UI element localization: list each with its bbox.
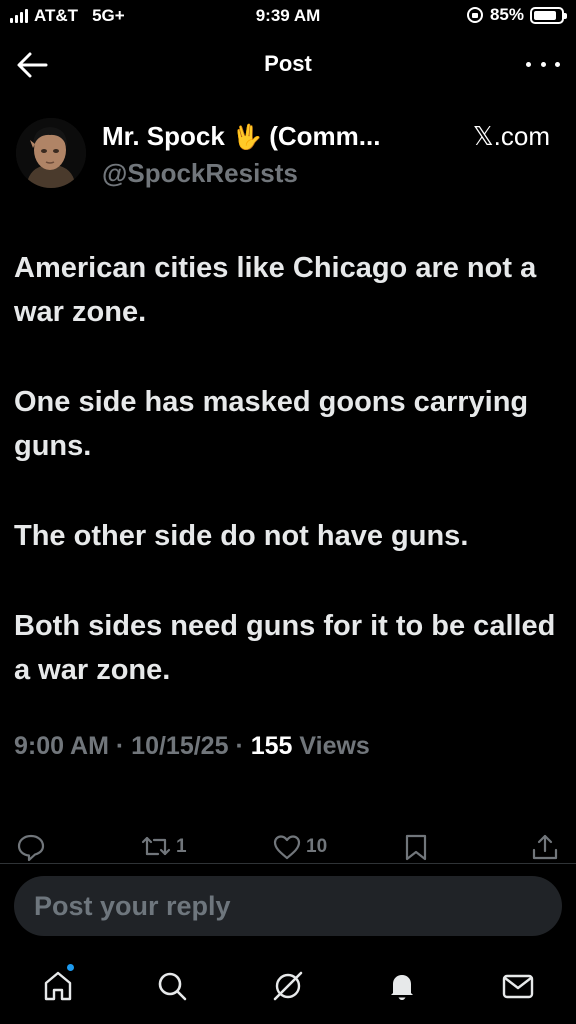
bell-icon [391,975,413,1000]
mail-icon [502,974,534,999]
tweet-date: 10/15/25 [131,732,229,760]
share-button[interactable] [530,832,560,862]
user-handle[interactable]: @SpockResists [102,158,298,189]
repost-icon [141,836,171,856]
meta-separator: · [235,732,251,760]
like-count: 10 [306,836,328,857]
tweet-meta: 9:00 AM · 10/15/25 · 155 Views [14,732,370,761]
bottom-nav [0,960,576,1014]
share-icon [532,834,558,860]
tweet-paragraph: The other side do not have guns. [14,520,469,552]
tweet-paragraph: One side has masked goons carrying guns. [14,386,529,462]
more-dot [540,61,546,67]
tweet-time: 9:00 AM [14,732,109,760]
display-name-text: Mr. Spock [102,121,225,151]
action-bar: 1 10 [0,832,576,866]
repost-count: 1 [176,836,187,857]
repost-button[interactable]: 1 [140,832,187,862]
tweet-paragraph: Both sides need guns for it to be called… [14,610,556,686]
nav-notifications[interactable] [384,968,420,1004]
bookmark-button[interactable] [403,832,429,862]
more-dot [555,61,560,67]
home-icon [44,971,72,1001]
source-link[interactable]: 𝕏.com [473,121,550,152]
battery-fill [534,10,557,20]
comment-icon [17,834,45,862]
reply-input[interactable]: Post your reply [14,876,562,936]
heart-icon [273,835,301,860]
tweet-text: American cities like Chicago are not a w… [14,246,562,738]
more-dot [526,61,531,67]
battery-icon [530,6,567,24]
reply-button[interactable] [16,832,46,862]
avatar-image [16,118,86,188]
display-name[interactable]: Mr. Spock 🖖 (Comm... [102,121,380,152]
divider [0,863,576,864]
nav-home[interactable] [40,964,76,1004]
battery-percent: 85% [489,5,524,24]
notification-dot [67,964,74,971]
more-options-button[interactable] [526,52,560,76]
status-bar: AT&T 5G+ 9:39 AM 85% [0,0,576,34]
like-button[interactable]: 10 [272,832,327,862]
meta-separator: · [115,732,132,760]
display-name-suffix: (Comm... [269,121,381,151]
post-header: Post [0,34,576,96]
nav-grok[interactable] [270,968,306,1004]
avatar[interactable] [16,118,86,188]
views-count[interactable]: 155 [251,732,293,760]
orientation-lock-icon [466,7,483,23]
page-title: Post [264,51,312,76]
views-label: Views [299,732,370,760]
status-right: 85% [466,5,567,25]
nav-messages[interactable] [500,968,536,1004]
grok-icon [273,971,303,1001]
nav-search[interactable] [154,968,190,1004]
tweet-paragraph: American cities like Chicago are not a w… [14,252,537,328]
bookmark-icon [405,834,427,861]
search-icon [158,972,187,1001]
vulcan-salute-emoji: 🖖 [232,124,262,151]
reply-placeholder: Post your reply [34,891,231,921]
